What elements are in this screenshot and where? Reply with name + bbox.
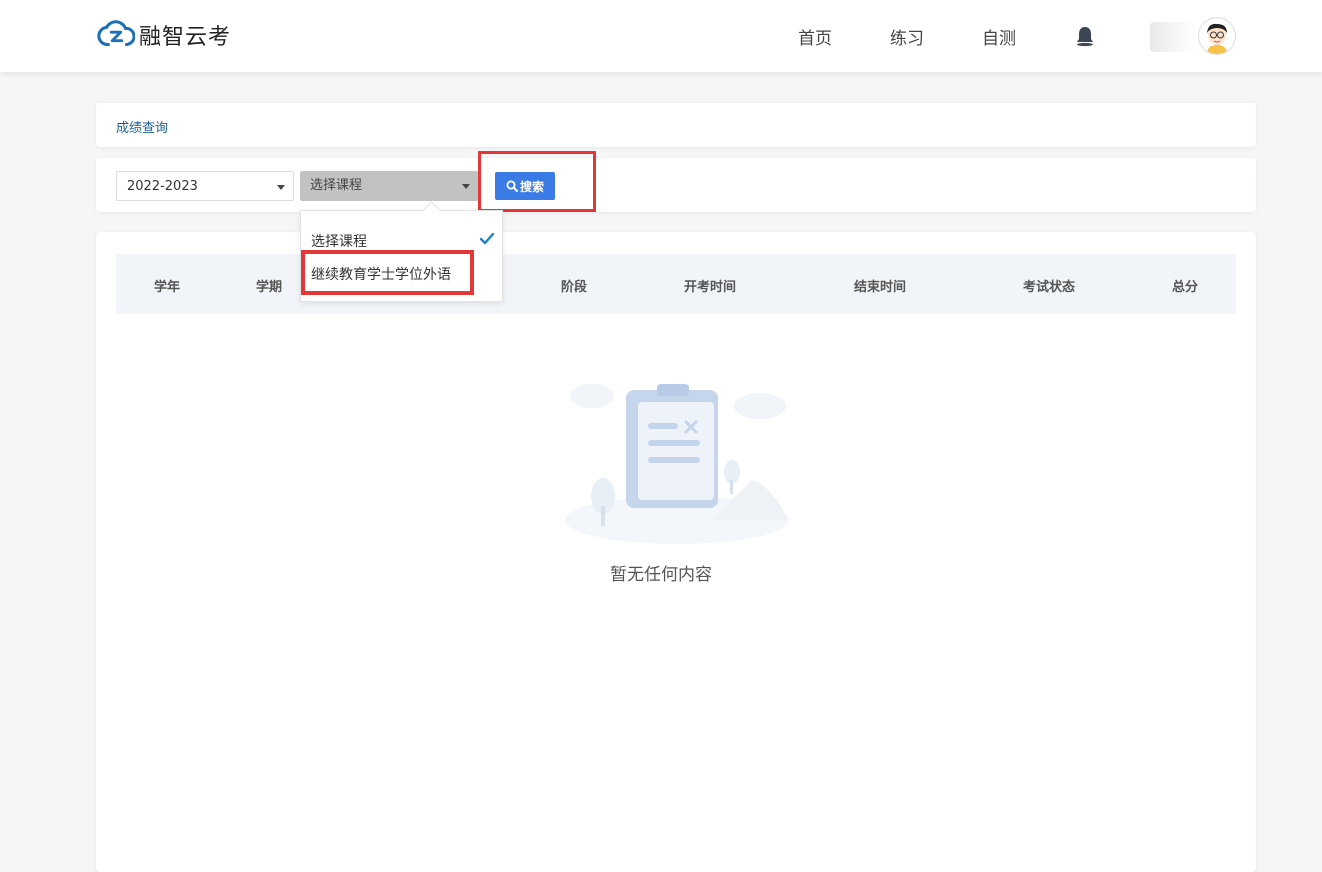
- nav-home[interactable]: 首页: [798, 24, 832, 49]
- column-header-start-time: 开考时间: [683, 280, 737, 295]
- breadcrumb-score-query[interactable]: 成绩查询: [116, 117, 168, 136]
- column-header-end-time: 结束时间: [853, 280, 907, 295]
- top-navigation-bar: 融智云考 首页 练习 自测: [0, 0, 1322, 72]
- chevron-down-icon: [277, 185, 285, 190]
- course-option-placeholder[interactable]: 选择课程: [311, 231, 367, 251]
- brand-name: 融智云考: [139, 25, 232, 50]
- check-icon: [480, 233, 494, 245]
- course-select-value: 选择课程: [310, 178, 363, 193]
- cloud-logo-icon: [97, 20, 135, 47]
- table-header: 学年 学期 阶段 开考时间 结束时间 考试状态 总分: [116, 254, 1236, 314]
- column-header-term: 学期: [255, 280, 283, 295]
- highlight-box-search: [478, 151, 596, 212]
- course-select[interactable]: 选择课程: [300, 171, 478, 201]
- nav-self-test[interactable]: 自测: [982, 24, 1016, 49]
- nav-practice[interactable]: 练习: [890, 24, 924, 49]
- column-header-stage: 阶段: [560, 280, 588, 295]
- username-blurred[interactable]: [1150, 22, 1196, 52]
- highlight-box-course-option: [301, 250, 474, 295]
- year-select-value: 2022-2023: [127, 179, 198, 194]
- column-header-exam-status: 考试状态: [1022, 280, 1076, 295]
- year-select[interactable]: 2022-2023: [116, 171, 294, 201]
- filter-bar: 2022-2023 选择课程 搜索: [96, 158, 1256, 212]
- empty-state-text: 暂无任何内容: [610, 565, 712, 585]
- avatar[interactable]: [1198, 17, 1236, 55]
- column-header-total-score: 总分: [1171, 280, 1199, 295]
- column-header-year: 学年: [153, 280, 181, 295]
- results-table: 学年 学期 阶段 开考时间 结束时间 考试状态 总分: [96, 232, 1256, 872]
- breadcrumb: 成绩查询: [96, 103, 1256, 147]
- brand-logo[interactable]: 融智云考: [97, 18, 231, 52]
- chevron-down-icon: [462, 184, 470, 189]
- bell-icon[interactable]: [1073, 24, 1097, 48]
- avatar-face-icon: [1207, 23, 1227, 54]
- empty-clipboard-illustration: [565, 384, 789, 544]
